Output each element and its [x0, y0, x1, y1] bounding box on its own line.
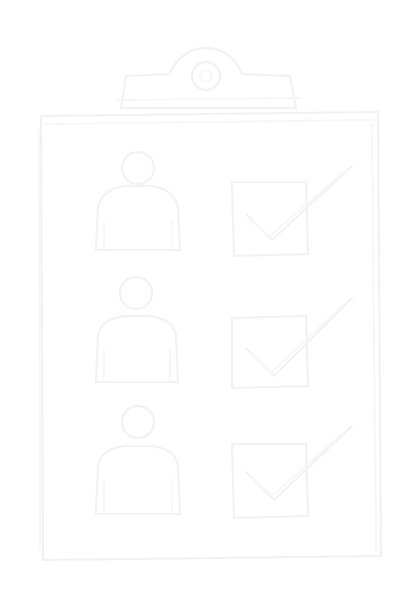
clipboard-illustration — [0, 0, 411, 607]
person-icon — [94, 150, 182, 252]
person-icon — [94, 404, 182, 516]
person-icon — [94, 275, 180, 384]
clipboard-checklist-icon — [37, 46, 383, 562]
clipboard-clip-icon — [116, 46, 302, 110]
clipboard-board — [37, 110, 383, 562]
checked-box-icon — [230, 424, 354, 520]
checked-box-icon — [230, 164, 354, 258]
checked-box-icon — [230, 296, 354, 390]
